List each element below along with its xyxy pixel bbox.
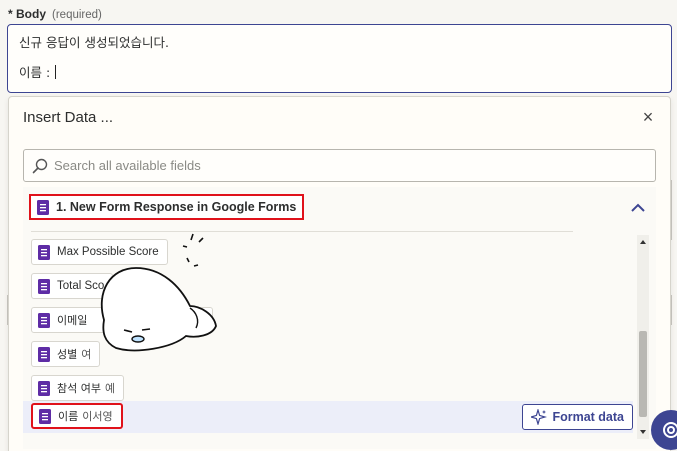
item-value: 이서영 (82, 410, 113, 423)
search-input[interactable] (54, 158, 614, 173)
body-input[interactable]: 신규 응답이 생성되었습니다. 이름 : (7, 24, 672, 93)
background-divider (671, 295, 672, 325)
body-line-2: 이름 : (19, 65, 55, 80)
format-data-button[interactable]: Format data (522, 404, 633, 430)
item-value: 여 (81, 348, 92, 361)
scroll-down-arrow-icon[interactable] (637, 427, 649, 437)
google-forms-icon (38, 244, 50, 260)
background-divider (671, 180, 672, 240)
google-forms-icon (38, 312, 50, 328)
sparkle-icon (531, 409, 548, 425)
item-label: 성별 (57, 348, 78, 361)
required-note: (required) (52, 9, 102, 21)
item-label: 이름 (58, 410, 79, 423)
help-icon (663, 422, 677, 438)
google-forms-icon (38, 278, 50, 294)
body-field-label: * Body (required) (8, 7, 102, 21)
google-forms-icon (39, 408, 51, 424)
list-item-selected[interactable]: 이름 이서영 (31, 403, 123, 429)
list-item[interactable]: 참석 여부 예 (31, 375, 125, 401)
seal-mascot-sticker (100, 233, 217, 352)
item-value: 예 (104, 382, 116, 395)
item-label: 이메일 (57, 314, 88, 327)
scroll-up-arrow-icon[interactable] (637, 237, 649, 247)
text-caret (55, 65, 57, 79)
step-header[interactable]: 1. New Form Response in Google Forms (29, 194, 305, 220)
list-item[interactable]: 성별 여 (31, 341, 101, 367)
chevron-up-icon[interactable] (630, 201, 646, 213)
google-forms-icon (38, 346, 50, 362)
scroll-thumb[interactable] (639, 331, 647, 417)
google-forms-icon (37, 199, 49, 215)
item-label: 참석 여부 (57, 382, 101, 395)
step-label: 1. New Form Response in Google Forms (56, 200, 297, 214)
search-icon (32, 158, 48, 173)
body-line-1: 신규 응답이 생성되었습니다. (19, 35, 169, 50)
close-icon[interactable]: × (639, 108, 657, 126)
panel-title: Insert Data ... (23, 109, 114, 126)
search-box[interactable] (23, 149, 656, 182)
google-forms-icon (38, 380, 50, 396)
format-data-label: Format data (552, 410, 624, 424)
scrollbar[interactable] (637, 235, 649, 439)
